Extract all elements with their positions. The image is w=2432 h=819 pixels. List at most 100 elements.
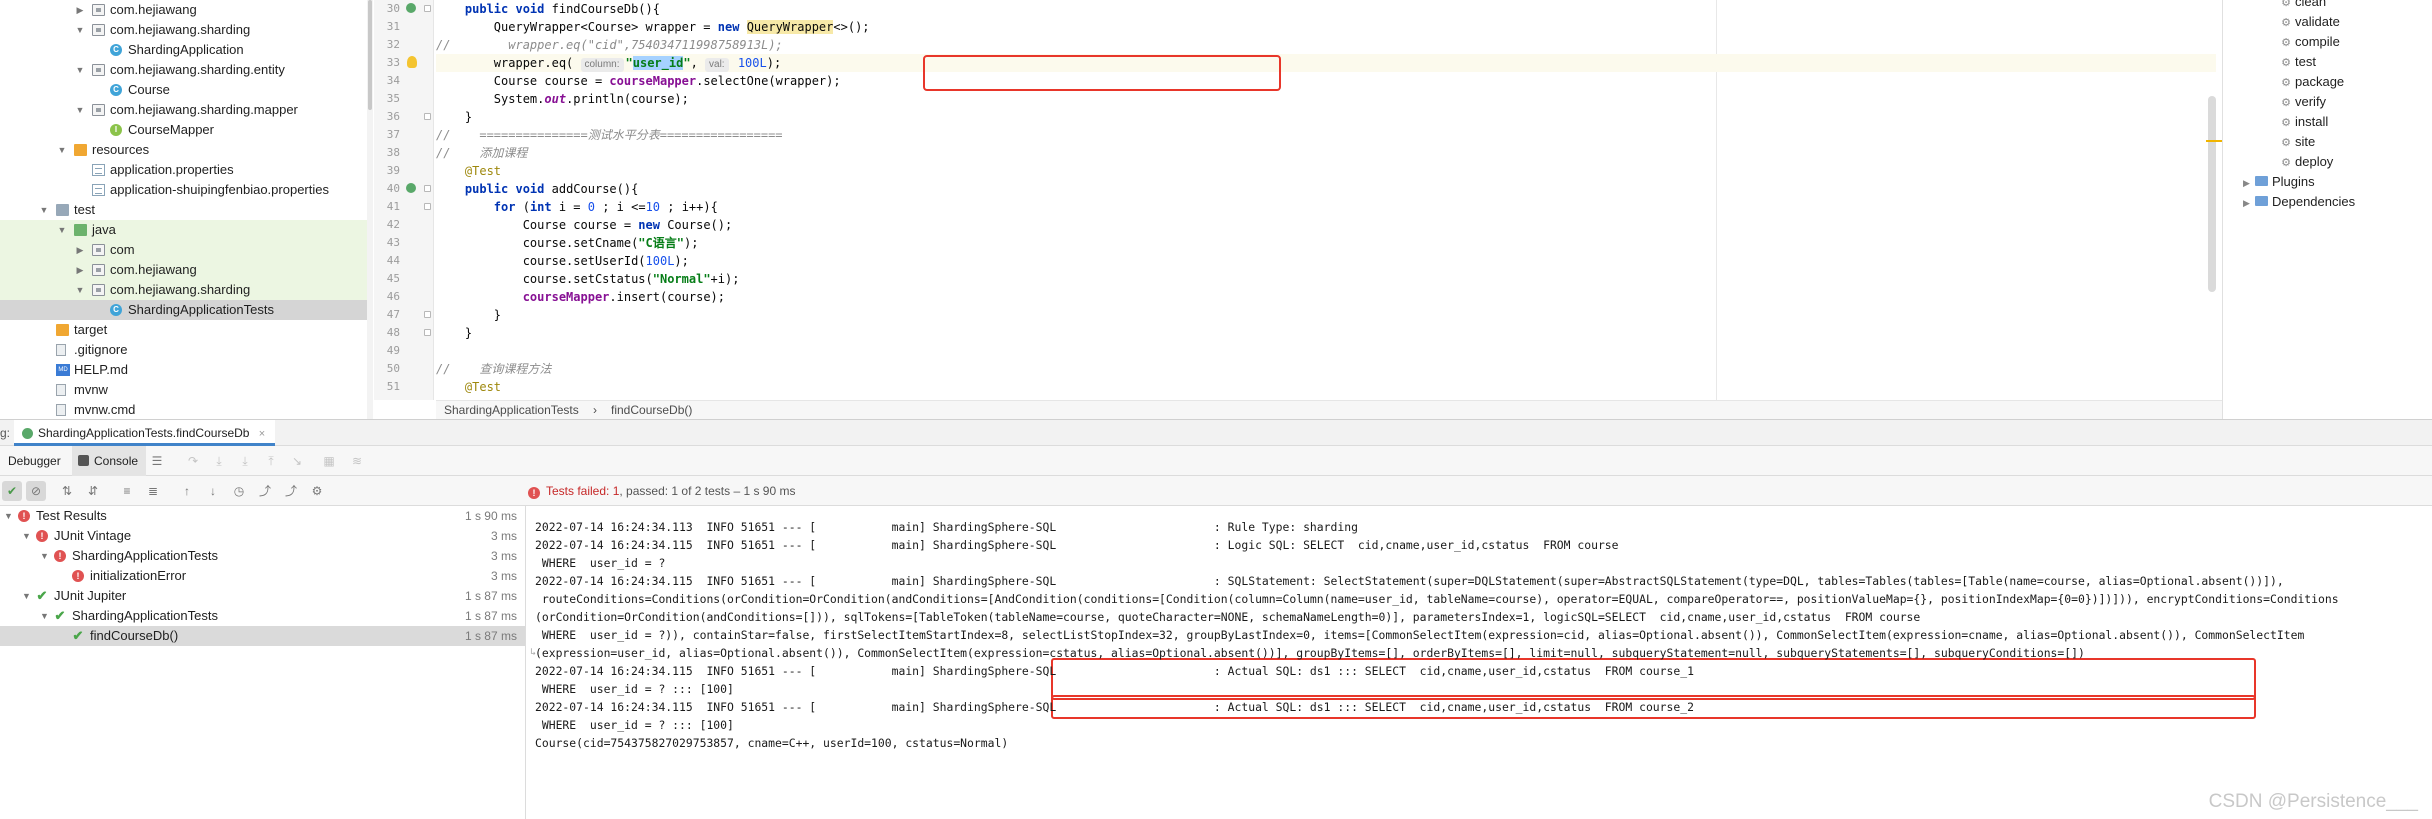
chevron-right-icon[interactable]: ▶ xyxy=(74,260,86,280)
code-line-40[interactable]: public void addCourse(){ xyxy=(436,180,638,198)
code-line-36[interactable]: } xyxy=(436,108,472,126)
chevron-right-icon[interactable]: ▶ xyxy=(74,240,86,260)
tree-item[interactable]: ▼ java xyxy=(0,220,368,240)
tree-item[interactable]: MD HELP.md xyxy=(0,360,368,380)
test-result-row[interactable]: ✔ findCourseDb() 1 s 87 ms xyxy=(0,626,525,646)
chevron-down-icon[interactable]: ▼ xyxy=(4,506,13,526)
chevron-down-icon[interactable]: ▼ xyxy=(40,546,49,566)
gutter-line[interactable]: 44 xyxy=(374,252,434,270)
expand-all-icon[interactable]: ≡ xyxy=(120,484,134,498)
tree-item[interactable]: ▼ resources xyxy=(0,140,368,160)
tab-debugger[interactable]: Debugger xyxy=(0,446,69,476)
sort-alpha-icon[interactable]: ⇅ xyxy=(60,484,74,498)
gutter-line[interactable]: 51 xyxy=(374,378,434,396)
chevron-down-icon[interactable]: ▼ xyxy=(56,140,68,160)
fold-marker-icon[interactable] xyxy=(424,203,431,210)
step-out-icon[interactable]: ⤒ xyxy=(264,454,278,468)
code-line-51[interactable]: @Test xyxy=(436,378,501,396)
tree-item[interactable]: ▼ com.hejiawang.sharding.mapper xyxy=(0,100,368,120)
gutter-line[interactable]: 47 xyxy=(374,306,434,324)
run-test-icon[interactable] xyxy=(406,183,416,193)
gutter-line[interactable]: 37 xyxy=(374,126,434,144)
code-line-33[interactable]: wrapper.eq( column: "user_id", val: 100L)… xyxy=(436,54,2216,72)
settings-gear-icon[interactable]: ⚙ xyxy=(310,484,324,498)
gutter-line[interactable]: 42 xyxy=(374,216,434,234)
maven-panel[interactable]: ⚙ clean ⚙ validate ⚙ compile ⚙ test ⚙ package ⚙ ver… xyxy=(2222,0,2432,419)
history-icon[interactable]: ◷ xyxy=(232,484,246,498)
gutter-line[interactable]: 45 xyxy=(374,270,434,288)
gutter-line[interactable]: 46 xyxy=(374,288,434,306)
run-test-icon[interactable] xyxy=(406,3,416,13)
tree-item[interactable]: C ShardingApplicationTests xyxy=(0,300,368,320)
chevron-down-icon[interactable]: ▼ xyxy=(38,200,50,220)
run-tab-findcoursedb[interactable]: ShardingApplicationTests.findCourseDb × xyxy=(14,420,276,446)
tree-item[interactable]: ▼ com.hejiawang.sharding.entity xyxy=(0,60,368,80)
gutter-line[interactable]: 50 xyxy=(374,360,434,378)
maven-goal-install[interactable]: ⚙ install xyxy=(2281,112,2328,132)
intention-bulb-icon[interactable] xyxy=(407,56,417,68)
error-stripe-marker[interactable] xyxy=(2206,140,2222,142)
test-result-row[interactable]: ! initializationError 3 ms xyxy=(0,566,525,586)
code-line-34[interactable]: Course course = courseMapper.selectOne(w… xyxy=(436,72,841,90)
breadcrumb-class[interactable]: ShardingApplicationTests xyxy=(444,401,579,420)
step-over-icon[interactable]: ↷ xyxy=(186,454,200,468)
code-line-48[interactable]: } xyxy=(436,324,472,342)
chevron-down-icon[interactable]: ▼ xyxy=(74,20,86,40)
next-failed-icon[interactable]: ↓ xyxy=(206,484,220,498)
maven-goal-deploy[interactable]: ⚙ deploy xyxy=(2281,152,2333,172)
tree-item[interactable]: ▶ com xyxy=(0,240,368,260)
tree-item[interactable]: application-shuipingfenbiao.properties xyxy=(0,180,368,200)
code-line-35[interactable]: System.out.println(course); xyxy=(436,90,689,108)
gutter-line[interactable]: 35 xyxy=(374,90,434,108)
code-line-32[interactable]: // wrapper.eq("cid",754034711998758913L)… xyxy=(436,36,783,54)
maven-goal-package[interactable]: ⚙ package xyxy=(2281,72,2344,92)
tree-item[interactable]: ▶ com.hejiawang xyxy=(0,260,368,280)
chevron-down-icon[interactable]: ▼ xyxy=(74,60,86,80)
maven-goal-validate[interactable]: ⚙ validate xyxy=(2281,12,2340,32)
gutter-line[interactable]: 32 xyxy=(374,36,434,54)
tab-console[interactable]: Console xyxy=(72,446,147,476)
chevron-down-icon[interactable]: ▼ xyxy=(74,280,86,300)
previous-failed-icon[interactable]: ↑ xyxy=(180,484,194,498)
code-line-39[interactable]: @Test xyxy=(436,162,501,180)
gutter-line[interactable]: 30 xyxy=(374,0,434,18)
test-results-tree[interactable]: ▼! Test Results 1 s 90 ms ▼! JUnit Vintage 3 … xyxy=(0,506,526,819)
step-into-icon[interactable]: ⤓ xyxy=(212,454,226,468)
test-result-row[interactable]: ▼ ✔ ShardingApplicationTests 1 s 87 ms xyxy=(0,606,525,626)
code-line-47[interactable]: } xyxy=(436,306,501,324)
test-result-row[interactable]: ▼! ShardingApplicationTests 3 ms xyxy=(0,546,525,566)
fold-marker-icon[interactable] xyxy=(424,329,431,336)
tree-item[interactable]: application.properties xyxy=(0,160,368,180)
fold-marker-icon[interactable] xyxy=(424,185,431,192)
code-line-43[interactable]: course.setCname("C语言"); xyxy=(436,234,699,252)
tree-item[interactable]: I CourseMapper xyxy=(0,120,368,140)
menu-icon[interactable]: ☰ xyxy=(150,454,164,468)
gutter-line[interactable]: 48 xyxy=(374,324,434,342)
fold-marker-icon[interactable] xyxy=(424,113,431,120)
chevron-right-icon[interactable]: ▶ xyxy=(2243,173,2255,193)
force-step-into-icon[interactable]: ⤓ xyxy=(238,454,252,468)
gutter-line[interactable]: 38 xyxy=(374,144,434,162)
run-to-cursor-icon[interactable]: ↘ xyxy=(290,454,304,468)
code-line-37[interactable]: // ===============测试水平分表================… xyxy=(436,126,783,144)
project-tree-panel[interactable]: ▶ com.hejiawang ▼ com.hejiawang.sharding C Sh… xyxy=(0,0,368,419)
tree-item[interactable]: mvnw xyxy=(0,380,368,400)
code-line-30[interactable]: public void findCourseDb(){ xyxy=(436,0,660,18)
tree-item[interactable]: ▶ com.hejiawang xyxy=(0,0,368,20)
tree-item[interactable]: .gitignore xyxy=(0,340,368,360)
gutter-line[interactable]: 41 xyxy=(374,198,434,216)
console-output[interactable]: 2022-07-14 16:24:34.113 INFO 51651 --- [… xyxy=(527,506,2432,819)
code-line-38[interactable]: // 添加课程 xyxy=(436,144,527,162)
maven-goal-clean[interactable]: ⚙ clean xyxy=(2281,0,2326,12)
gutter-line[interactable]: 33 xyxy=(374,54,434,72)
tree-item[interactable]: ▼ com.hejiawang.sharding xyxy=(0,280,368,300)
gutter-line[interactable]: 34 xyxy=(374,72,434,90)
scrollbar-thumb[interactable] xyxy=(368,0,372,110)
import-tests-icon[interactable]: ⤴ xyxy=(258,484,272,498)
tree-item[interactable]: C ShardingApplication xyxy=(0,40,368,60)
gutter-line[interactable]: 39 xyxy=(374,162,434,180)
maven-plugins[interactable]: ▶ Plugins xyxy=(2243,172,2315,192)
chevron-down-icon[interactable]: ▼ xyxy=(40,606,49,626)
code-line-46[interactable]: courseMapper.insert(course); xyxy=(436,288,725,306)
project-tree-scrollbar[interactable] xyxy=(367,0,373,419)
